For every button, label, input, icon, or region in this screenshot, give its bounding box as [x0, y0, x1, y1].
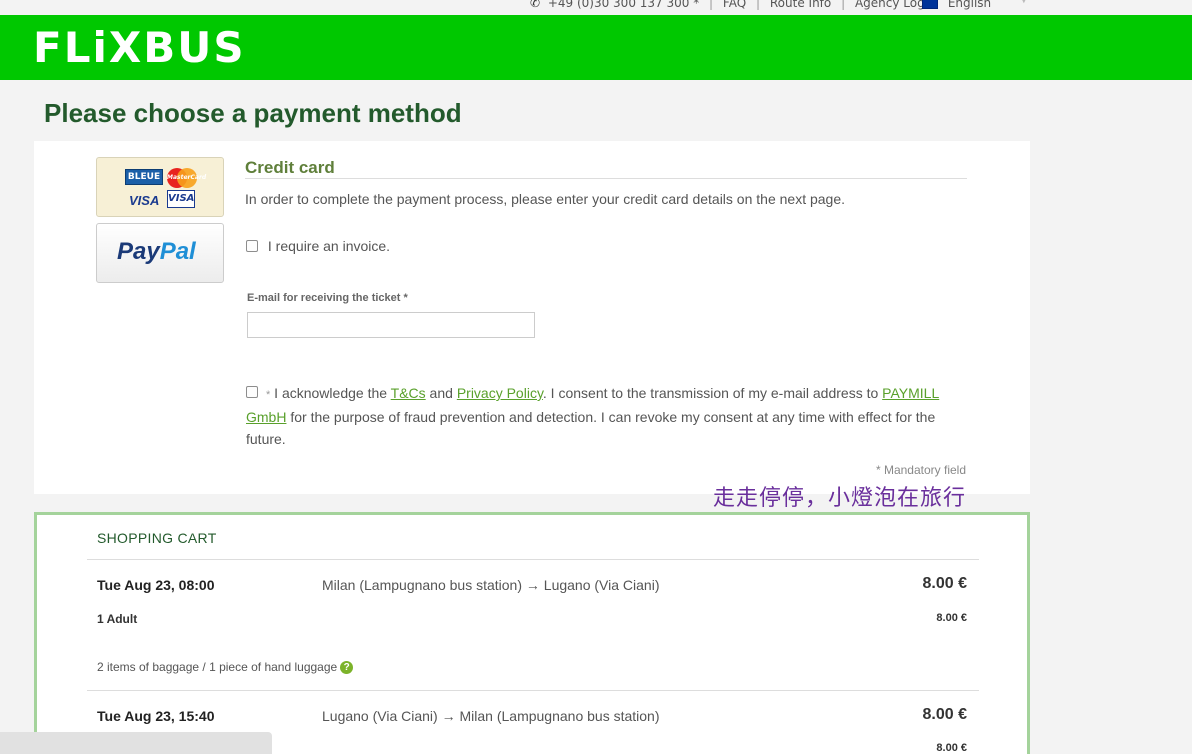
divider [245, 178, 967, 179]
phone-number: +49 (0)30 300 137 300 * [547, 0, 700, 10]
mandatory-field-note: * Mandatory field [875, 463, 966, 477]
divider [87, 690, 979, 691]
language-label: English [947, 0, 992, 10]
visa-card-icon: VISA [167, 190, 195, 208]
shopping-cart-title: SHOPPING CART [97, 530, 217, 546]
shopping-cart: SHOPPING CART Tue Aug 23, 08:00 Milan (L… [34, 512, 1030, 754]
trip-date: Tue Aug 23, 15:40 [97, 708, 215, 724]
privacy-policy-link[interactable]: Privacy Policy [457, 385, 543, 401]
invoice-label: I require an invoice. [267, 238, 391, 255]
eu-flag-icon [922, 0, 938, 9]
chevron-down-icon[interactable]: ▼ [1020, 0, 1028, 5]
bottom-status-bar [0, 732, 272, 754]
passenger-price: 8.00 € [936, 612, 967, 624]
paypal-logo-icon: PayPal [117, 238, 196, 266]
consent-part-1: I acknowledge the [270, 385, 391, 401]
faq-link[interactable]: FAQ [723, 0, 746, 10]
carte-bleue-logo-icon: BLEUE [125, 169, 163, 185]
consent-part-2: . I consent to the transmission of my e-… [542, 385, 883, 401]
site-header: FLiXBUS [0, 15, 1192, 80]
payment-panel: BLEUE MasterCard VISA VISA PayPal Credit… [34, 141, 1030, 494]
trip-price: 8.00 € [922, 575, 967, 592]
mastercard-logo-icon: MasterCard [167, 168, 207, 188]
phone-icon: ✆ [530, 0, 541, 10]
divider: | [841, 0, 846, 10]
credit-card-heading: Credit card [245, 158, 335, 177]
terms-link[interactable]: T&Cs [391, 385, 426, 401]
trip-route: Milan (Lampugnano bus station) → Lugano … [322, 577, 660, 593]
flixbus-logo[interactable]: FLiXBUS [33, 23, 246, 72]
invoice-option[interactable]: I require an invoice. [246, 237, 390, 254]
trip-date: Tue Aug 23, 08:00 [97, 577, 215, 593]
top-utility-bar: ✆ +49 (0)30 300 137 300 * | FAQ | Route … [0, 0, 1192, 14]
passenger-count: 1 Adult [97, 612, 138, 626]
credit-card-method-button[interactable]: BLEUE MasterCard VISA VISA [96, 157, 224, 217]
paypal-method-button[interactable]: PayPal [96, 223, 224, 283]
visa-logo-icon: VISA [129, 193, 160, 208]
divider: | [709, 0, 714, 10]
email-field[interactable] [247, 312, 535, 338]
credit-card-description: In order to complete the payment process… [245, 191, 846, 207]
passenger-price: 8.00 € [936, 742, 967, 754]
paypal-logo-pay: Pay [117, 238, 160, 265]
baggage-info: 2 items of baggage / 1 piece of hand lug… [97, 660, 354, 675]
divider: | [756, 0, 761, 10]
mastercard-label: MasterCard [167, 174, 207, 181]
route-info-link[interactable]: Route Info [770, 0, 831, 10]
language-selector[interactable]: English [922, 0, 991, 10]
consent-text: * I acknowledge the T&Cs and Privacy Pol… [246, 382, 976, 450]
consent-and: and [425, 385, 457, 401]
email-field-label: E-mail for receiving the ticket * [247, 292, 408, 304]
divider [87, 559, 979, 560]
invoice-checkbox[interactable] [246, 240, 258, 253]
consent-part-3: for the purpose of fraud prevention and … [246, 409, 936, 447]
trip-route: Lugano (Via Ciani) → Milan (Lampugnano b… [322, 708, 660, 724]
trip-price: 8.00 € [922, 706, 967, 723]
watermark-text: 走走停停，小燈泡在旅行 [713, 486, 967, 511]
page-title: Please choose a payment method [44, 98, 462, 128]
paypal-logo-pal: Pal [159, 238, 196, 265]
baggage-label: 2 items of baggage / 1 piece of hand lug… [97, 660, 338, 674]
utility-links: ✆ +49 (0)30 300 137 300 * | FAQ | Route … [530, 0, 936, 10]
help-icon[interactable]: ? [340, 661, 354, 675]
